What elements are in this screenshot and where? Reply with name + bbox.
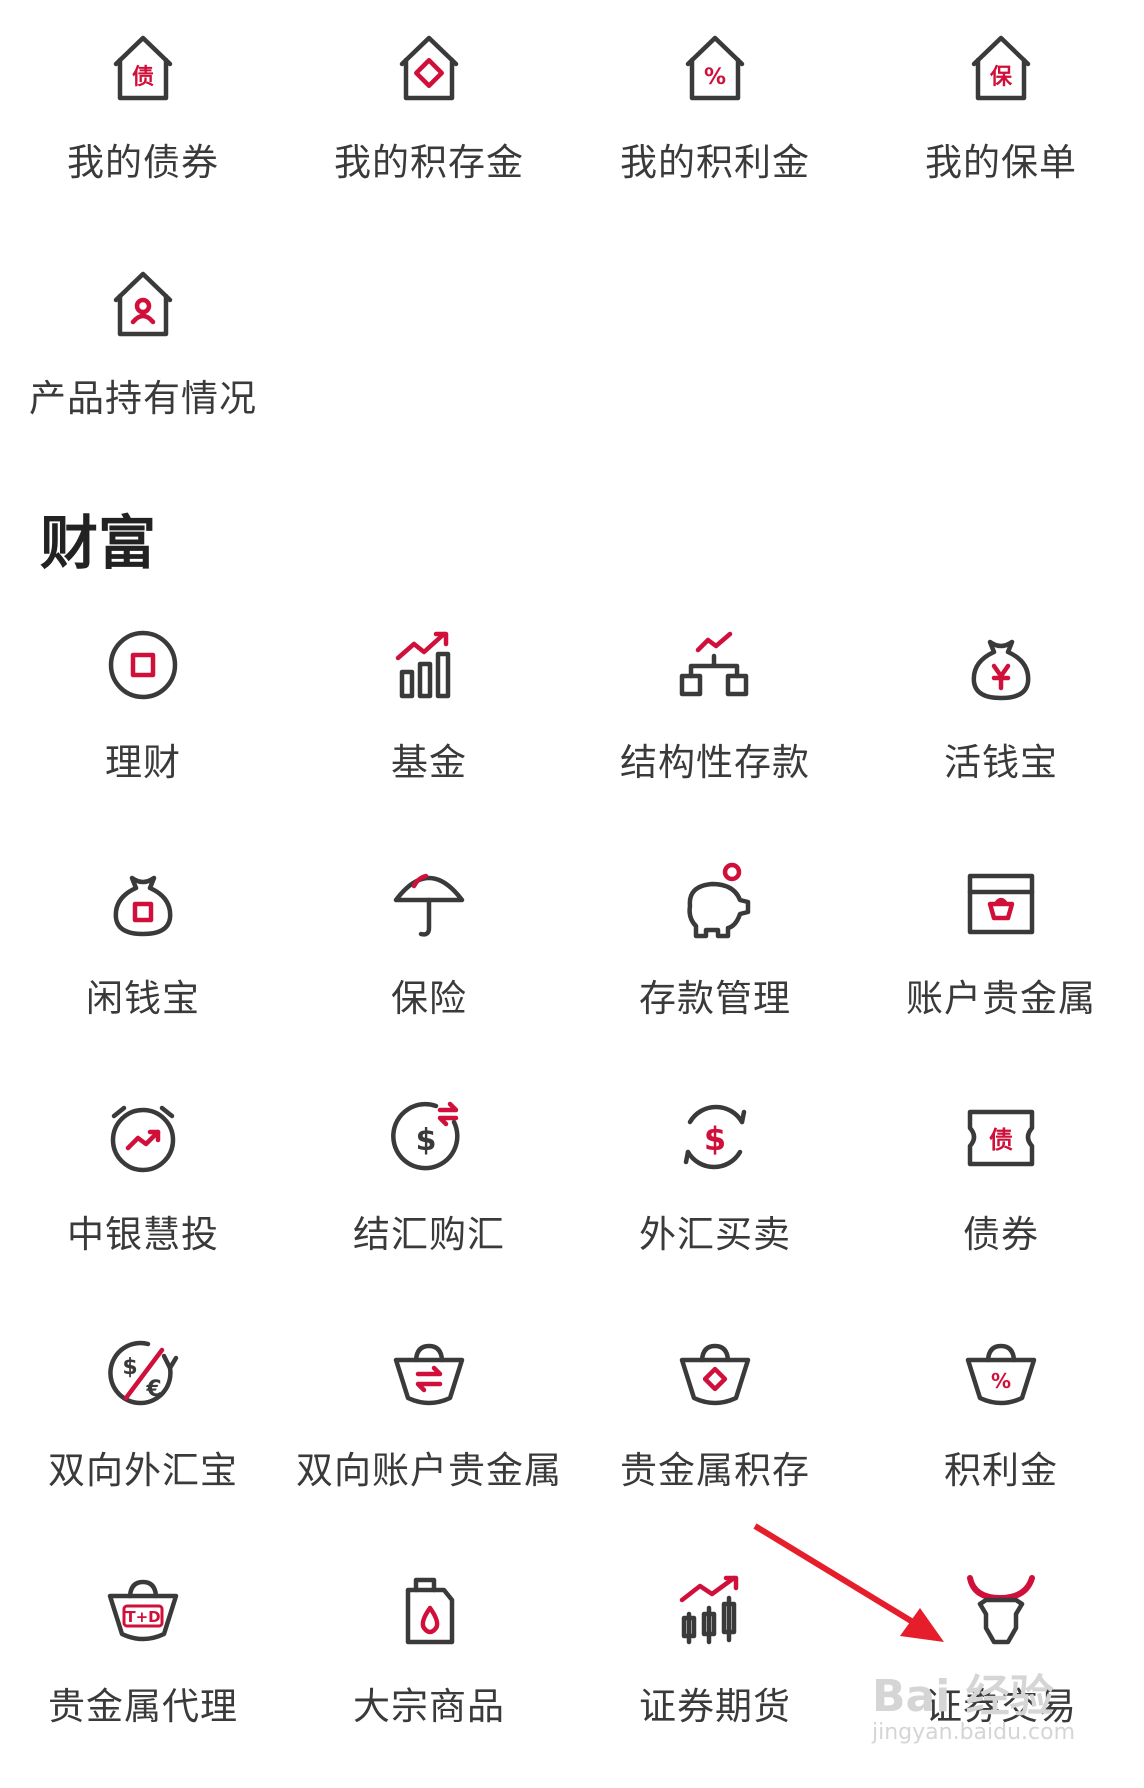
oil-can-icon (384, 1564, 474, 1654)
svg-text:债: 债 (132, 65, 154, 90)
yen-bag-icon (956, 620, 1046, 710)
square-coin-icon (98, 620, 188, 710)
structure-trend-icon (670, 620, 760, 710)
bond-ticket-icon: 债 (956, 1092, 1046, 1182)
candlestick-icon (670, 1564, 760, 1654)
wealth-item-ingot-diamond[interactable]: 贵金属积存 (572, 1316, 858, 1552)
wealth-item-yen-bag[interactable]: 活钱宝 (858, 608, 1144, 844)
wealth-item-label: 双向账户贵金属 (296, 1449, 562, 1492)
baidu-jingyan-watermark: Bai 经验 jingyan.baidu.com (872, 1660, 1075, 1745)
wealth-grid: 理财 基金 结构性存款 活钱宝闲钱宝 保险 存款管理 账户贵金属中银慧投 $ 结汇购汇 $ 外汇买卖… (0, 608, 1144, 1788)
wealth-item-label: 账户贵金属 (906, 977, 1096, 1020)
dollar-euro-icon: $ € (98, 1328, 188, 1418)
gold-box-icon (956, 856, 1046, 946)
holding-item-label: 我的保单 (925, 141, 1077, 184)
wealth-item-dollar-cycle[interactable]: $ 外汇买卖 (572, 1080, 858, 1316)
wealth-item-ingot-percent[interactable]: % 积利金 (858, 1316, 1144, 1552)
wealth-item-gold-box[interactable]: 账户贵金属 (858, 844, 1144, 1080)
wealth-item-label: 贵金属积存 (620, 1449, 810, 1492)
watermark-url: jingyan.baidu.com (872, 1720, 1076, 1745)
piggy-bank-icon (670, 856, 760, 946)
holding-item-house-insurance[interactable]: 保我的保单 (858, 8, 1144, 244)
wealth-item-label: 大宗商品 (353, 1685, 505, 1728)
wealth-item-label: 积利金 (944, 1449, 1058, 1492)
wealth-item-ingot-exchange[interactable]: 双向账户贵金属 (286, 1316, 572, 1552)
umbrella-icon (384, 856, 474, 946)
svg-text:%: % (991, 1369, 1011, 1393)
ingot-td-icon: T+D (98, 1564, 188, 1654)
holding-item-label: 我的积存金 (334, 141, 524, 184)
wealth-item-label: 基金 (391, 741, 467, 784)
watermark-logo: Bai 经验 (872, 1671, 1054, 1722)
svg-text:€: € (145, 1377, 161, 1402)
wealth-item-label: 活钱宝 (944, 741, 1058, 784)
house-bond-icon: 债 (98, 20, 188, 110)
clock-trend-icon (98, 1092, 188, 1182)
wealth-item-square-coin[interactable]: 理财 (0, 608, 286, 844)
wealth-item-piggy-bank[interactable]: 存款管理 (572, 844, 858, 1080)
wealth-item-bond-ticket[interactable]: 债债券 (858, 1080, 1144, 1316)
wealth-item-oil-can[interactable]: 大宗商品 (286, 1552, 572, 1788)
wealth-item-square-bag[interactable]: 闲钱宝 (0, 844, 286, 1080)
wealth-item-dollar-euro[interactable]: $ € 双向外汇宝 (0, 1316, 286, 1552)
wealth-item-label: 存款管理 (639, 977, 791, 1020)
square-bag-icon (98, 856, 188, 946)
bull-icon (956, 1564, 1046, 1654)
svg-text:债: 债 (989, 1126, 1013, 1154)
svg-text:%: % (704, 65, 726, 90)
house-person-icon (98, 256, 188, 346)
house-percent-icon: % (670, 20, 760, 110)
wealth-item-dollar-exchange[interactable]: $ 结汇购汇 (286, 1080, 572, 1316)
wealth-item-label: 保险 (391, 977, 467, 1020)
holding-item-house-person[interactable]: 产品持有情况 (0, 244, 286, 480)
wealth-item-umbrella[interactable]: 保险 (286, 844, 572, 1080)
wealth-item-label: 理财 (105, 741, 181, 784)
holding-item-label: 我的积利金 (620, 141, 810, 184)
holding-item-label: 我的债券 (67, 141, 219, 184)
pointer-arrow-annotation (753, 1523, 944, 1642)
holding-item-label: 产品持有情况 (29, 377, 257, 420)
section-title-wealth: 财富 (40, 509, 157, 577)
wealth-item-label: 双向外汇宝 (48, 1449, 238, 1492)
bar-trend-icon (384, 620, 474, 710)
dollar-exchange-icon: $ (384, 1092, 474, 1182)
svg-text:保: 保 (989, 65, 1013, 90)
holding-item-house-bond[interactable]: 债我的债券 (0, 8, 286, 244)
svg-text:T+D: T+D (125, 1608, 160, 1626)
ingot-percent-icon: % (956, 1328, 1046, 1418)
ingot-exchange-icon (384, 1328, 474, 1418)
svg-text:$: $ (416, 1123, 437, 1158)
wealth-item-ingot-td[interactable]: T+D 贵金属代理 (0, 1552, 286, 1788)
dollar-cycle-icon: $ (670, 1092, 760, 1182)
wealth-item-label: 中银慧投 (67, 1213, 219, 1256)
ingot-diamond-icon (670, 1328, 760, 1418)
wealth-item-label: 证券期货 (639, 1685, 791, 1728)
wealth-item-label: 结构性存款 (620, 741, 810, 784)
wealth-item-clock-trend[interactable]: 中银慧投 (0, 1080, 286, 1316)
holding-item-house-diamond[interactable]: 我的积存金 (286, 8, 572, 244)
svg-text:$: $ (704, 1120, 726, 1158)
wealth-item-bar-trend[interactable]: 基金 (286, 608, 572, 844)
wealth-item-label: 外汇买卖 (639, 1213, 791, 1256)
holding-item-house-percent[interactable]: % 我的积利金 (572, 8, 858, 244)
my-holdings-grid: 债我的债券 我的积存金 % 我的积利金 保我的保单 产品持有情况 (0, 8, 1144, 480)
wealth-item-structure-trend[interactable]: 结构性存款 (572, 608, 858, 844)
house-diamond-icon (384, 20, 474, 110)
wealth-item-label: 贵金属代理 (48, 1685, 238, 1728)
wealth-item-label: 闲钱宝 (86, 977, 200, 1020)
house-insurance-icon: 保 (956, 20, 1046, 110)
svg-text:$: $ (122, 1355, 137, 1380)
wealth-item-label: 债券 (963, 1213, 1039, 1256)
wealth-item-label: 结汇购汇 (353, 1213, 505, 1256)
